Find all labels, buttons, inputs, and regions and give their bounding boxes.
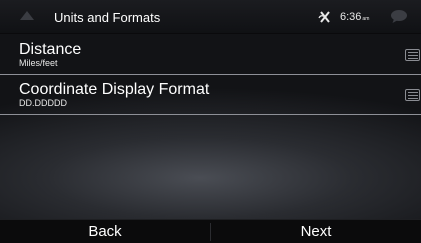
setting-distance[interactable]: Distance Miles/feet [0, 35, 421, 75]
setting-label: Coordinate Display Format [19, 81, 210, 98]
clock-ampm: am [362, 16, 370, 22]
setting-label: Distance [19, 41, 82, 58]
clock-time: 6:36 [340, 11, 362, 23]
gps-satellite-icon [318, 11, 330, 23]
header-bar: Units and Formats 6:36am [0, 0, 421, 34]
settings-list: Distance Miles/feet Coordinate Display F… [0, 35, 421, 115]
menu-list-icon[interactable] [405, 49, 420, 61]
clock: 6:36am [340, 11, 369, 23]
menu-list-icon[interactable] [405, 89, 420, 101]
screen-title: Units and Formats [54, 10, 161, 25]
next-button[interactable]: Next [211, 220, 421, 243]
chat-bubble-icon[interactable] [390, 9, 408, 24]
units-and-formats-screen: Units and Formats 6:36am Distance Miles/… [0, 0, 421, 243]
setting-coordinate-display-format[interactable]: Coordinate Display Format DD.DDDDD [0, 75, 421, 115]
footer-bar: Back Next [0, 219, 421, 243]
setting-value: Miles/feet [19, 58, 58, 68]
back-arrow-icon[interactable] [20, 11, 34, 20]
setting-value: DD.DDDDD [19, 98, 67, 108]
back-button[interactable]: Back [0, 220, 210, 243]
